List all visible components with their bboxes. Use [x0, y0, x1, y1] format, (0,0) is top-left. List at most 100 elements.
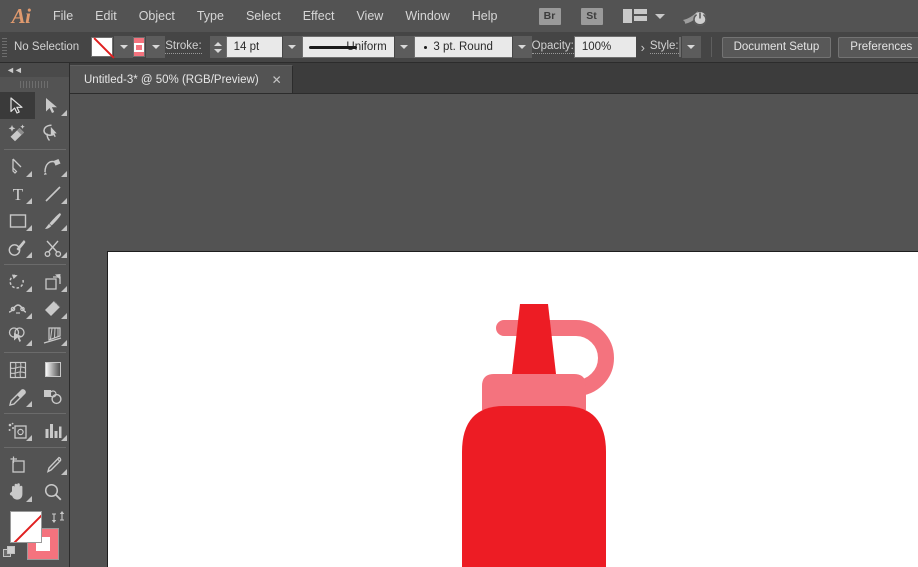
workspace-switcher[interactable] — [622, 9, 665, 23]
tool-separator — [4, 264, 66, 265]
menu-view[interactable]: View — [345, 0, 394, 32]
artboard-tool[interactable] — [0, 451, 35, 478]
tools-panel-header[interactable]: ◄◄ — [0, 63, 69, 77]
document-tab[interactable]: Untitled-3* @ 50% (RGB/Preview) ✕ — [70, 65, 293, 93]
menu-effect[interactable]: Effect — [292, 0, 346, 32]
eyedropper-tool[interactable] — [0, 383, 35, 410]
menu-bar-right-group: Br St — [529, 0, 707, 32]
collapse-panel-icon[interactable]: ◄◄ — [6, 65, 23, 75]
artboard[interactable] — [107, 251, 918, 567]
hand-tool[interactable] — [0, 478, 35, 505]
flyout-indicator — [26, 313, 32, 319]
flyout-indicator — [61, 286, 67, 292]
graphic-style-swatch[interactable] — [678, 37, 681, 57]
free-transform-tool[interactable] — [35, 295, 70, 322]
menu-edit[interactable]: Edit — [84, 0, 128, 32]
uniform-profile-icon — [308, 46, 357, 49]
magic-wand-tool[interactable] — [0, 119, 35, 146]
stock-button[interactable]: St — [580, 7, 603, 25]
menu-help[interactable]: Help — [461, 0, 509, 32]
control-bar: No Selection Stroke: 14 pt Uniform 3 pt.… — [0, 32, 918, 63]
stroke-weight-label[interactable]: Stroke: — [165, 40, 202, 54]
fill-none-swatch[interactable] — [91, 37, 114, 57]
selection-tool[interactable] — [0, 92, 35, 119]
document-setup-button[interactable]: Document Setup — [721, 36, 832, 58]
brush-definition-dropdown[interactable] — [512, 36, 532, 58]
menu-file[interactable]: File — [42, 0, 84, 32]
direct-selection-tool[interactable] — [35, 92, 70, 119]
curvature-tool[interactable] — [35, 153, 70, 180]
line-segment-tool[interactable] — [35, 180, 70, 207]
stroke-weight-dropdown[interactable] — [282, 36, 302, 58]
brush-definition-select[interactable]: 3 pt. Round — [413, 36, 512, 58]
opacity-flyout-arrow[interactable]: › — [636, 40, 650, 55]
symbol-sprayer-tool[interactable] — [0, 417, 35, 444]
default-fill-stroke-icon[interactable] — [3, 546, 16, 559]
stroke-profile-dropdown[interactable] — [394, 36, 414, 58]
document-tab-title: Untitled-3* @ 50% (RGB/Preview) — [84, 73, 259, 86]
mesh-tool[interactable] — [0, 356, 35, 383]
stroke-weight-stepper[interactable] — [209, 36, 226, 58]
stroke-profile-select[interactable]: Uniform — [301, 36, 394, 58]
slice-tool[interactable] — [35, 451, 70, 478]
control-bar-grip[interactable] — [2, 32, 7, 63]
brush-dot-icon — [423, 45, 427, 49]
column-graph-tool[interactable] — [35, 417, 70, 444]
shaper-pencil-tool[interactable] — [0, 234, 35, 261]
scale-tool[interactable] — [35, 268, 70, 295]
flyout-indicator — [26, 496, 32, 502]
canvas-area[interactable] — [70, 94, 918, 567]
menu-object[interactable]: Object — [128, 0, 186, 32]
tools-panel-grip[interactable] — [0, 77, 69, 92]
rectangle-tool[interactable] — [0, 207, 35, 234]
lasso-tool[interactable] — [35, 119, 70, 146]
flyout-indicator — [61, 313, 67, 319]
tool-grid: T — [0, 92, 70, 505]
stroke-weight-input[interactable]: 14 pt — [225, 36, 282, 58]
shape-builder-tool[interactable] — [0, 322, 35, 349]
stroke-color-swatch[interactable] — [133, 37, 146, 57]
perspective-grid-tool[interactable] — [35, 322, 70, 349]
width-tool[interactable] — [0, 295, 35, 322]
fill-stroke-control — [0, 509, 70, 567]
close-icon[interactable]: ✕ — [272, 74, 282, 86]
opacity-input[interactable]: 100% — [573, 36, 636, 58]
menu-select[interactable]: Select — [235, 0, 292, 32]
blend-tool[interactable] — [35, 383, 70, 410]
document-tab-bar: Untitled-3* @ 50% (RGB/Preview) ✕ — [70, 63, 918, 94]
flyout-indicator — [26, 340, 32, 346]
bridge-button[interactable]: Br — [538, 7, 561, 25]
selection-status-label: No Selection — [14, 41, 80, 53]
flyout-indicator — [26, 252, 32, 258]
flyout-indicator — [61, 110, 67, 116]
fill-swatch-dropdown[interactable] — [114, 36, 134, 58]
opacity-label[interactable]: Opacity: — [531, 40, 574, 54]
tool-separator — [4, 352, 66, 353]
control-bar-divider — [710, 37, 712, 57]
chevron-down-icon — [654, 13, 665, 19]
fill-indicator[interactable] — [10, 511, 42, 543]
type-tool[interactable]: T — [0, 180, 35, 207]
swap-fill-stroke-icon[interactable] — [51, 510, 65, 524]
flyout-indicator — [61, 469, 67, 475]
stroke-swatch-dropdown[interactable] — [146, 36, 166, 58]
flyout-indicator — [61, 340, 67, 346]
menu-window[interactable]: Window — [394, 0, 460, 32]
workspace-layout-icon — [622, 9, 647, 23]
style-label[interactable]: Style: — [649, 40, 679, 54]
gradient-tool[interactable] — [35, 356, 70, 383]
graphic-style-dropdown[interactable] — [681, 36, 701, 58]
chevron-down-icon — [119, 45, 128, 49]
rocket-power-icon[interactable] — [681, 6, 707, 26]
zoom-tool[interactable] — [35, 478, 70, 505]
menu-type[interactable]: Type — [186, 0, 235, 32]
pen-tool[interactable] — [0, 153, 35, 180]
preferences-button[interactable]: Preferences — [838, 36, 918, 58]
paintbrush-tool[interactable] — [35, 207, 70, 234]
scissors-tool[interactable] — [35, 234, 70, 261]
rotate-tool[interactable] — [0, 268, 35, 295]
tool-separator — [4, 149, 66, 150]
flyout-indicator — [61, 225, 67, 231]
chevron-down-icon — [518, 45, 527, 49]
ketchup-bottle-illustration[interactable] — [458, 282, 658, 567]
